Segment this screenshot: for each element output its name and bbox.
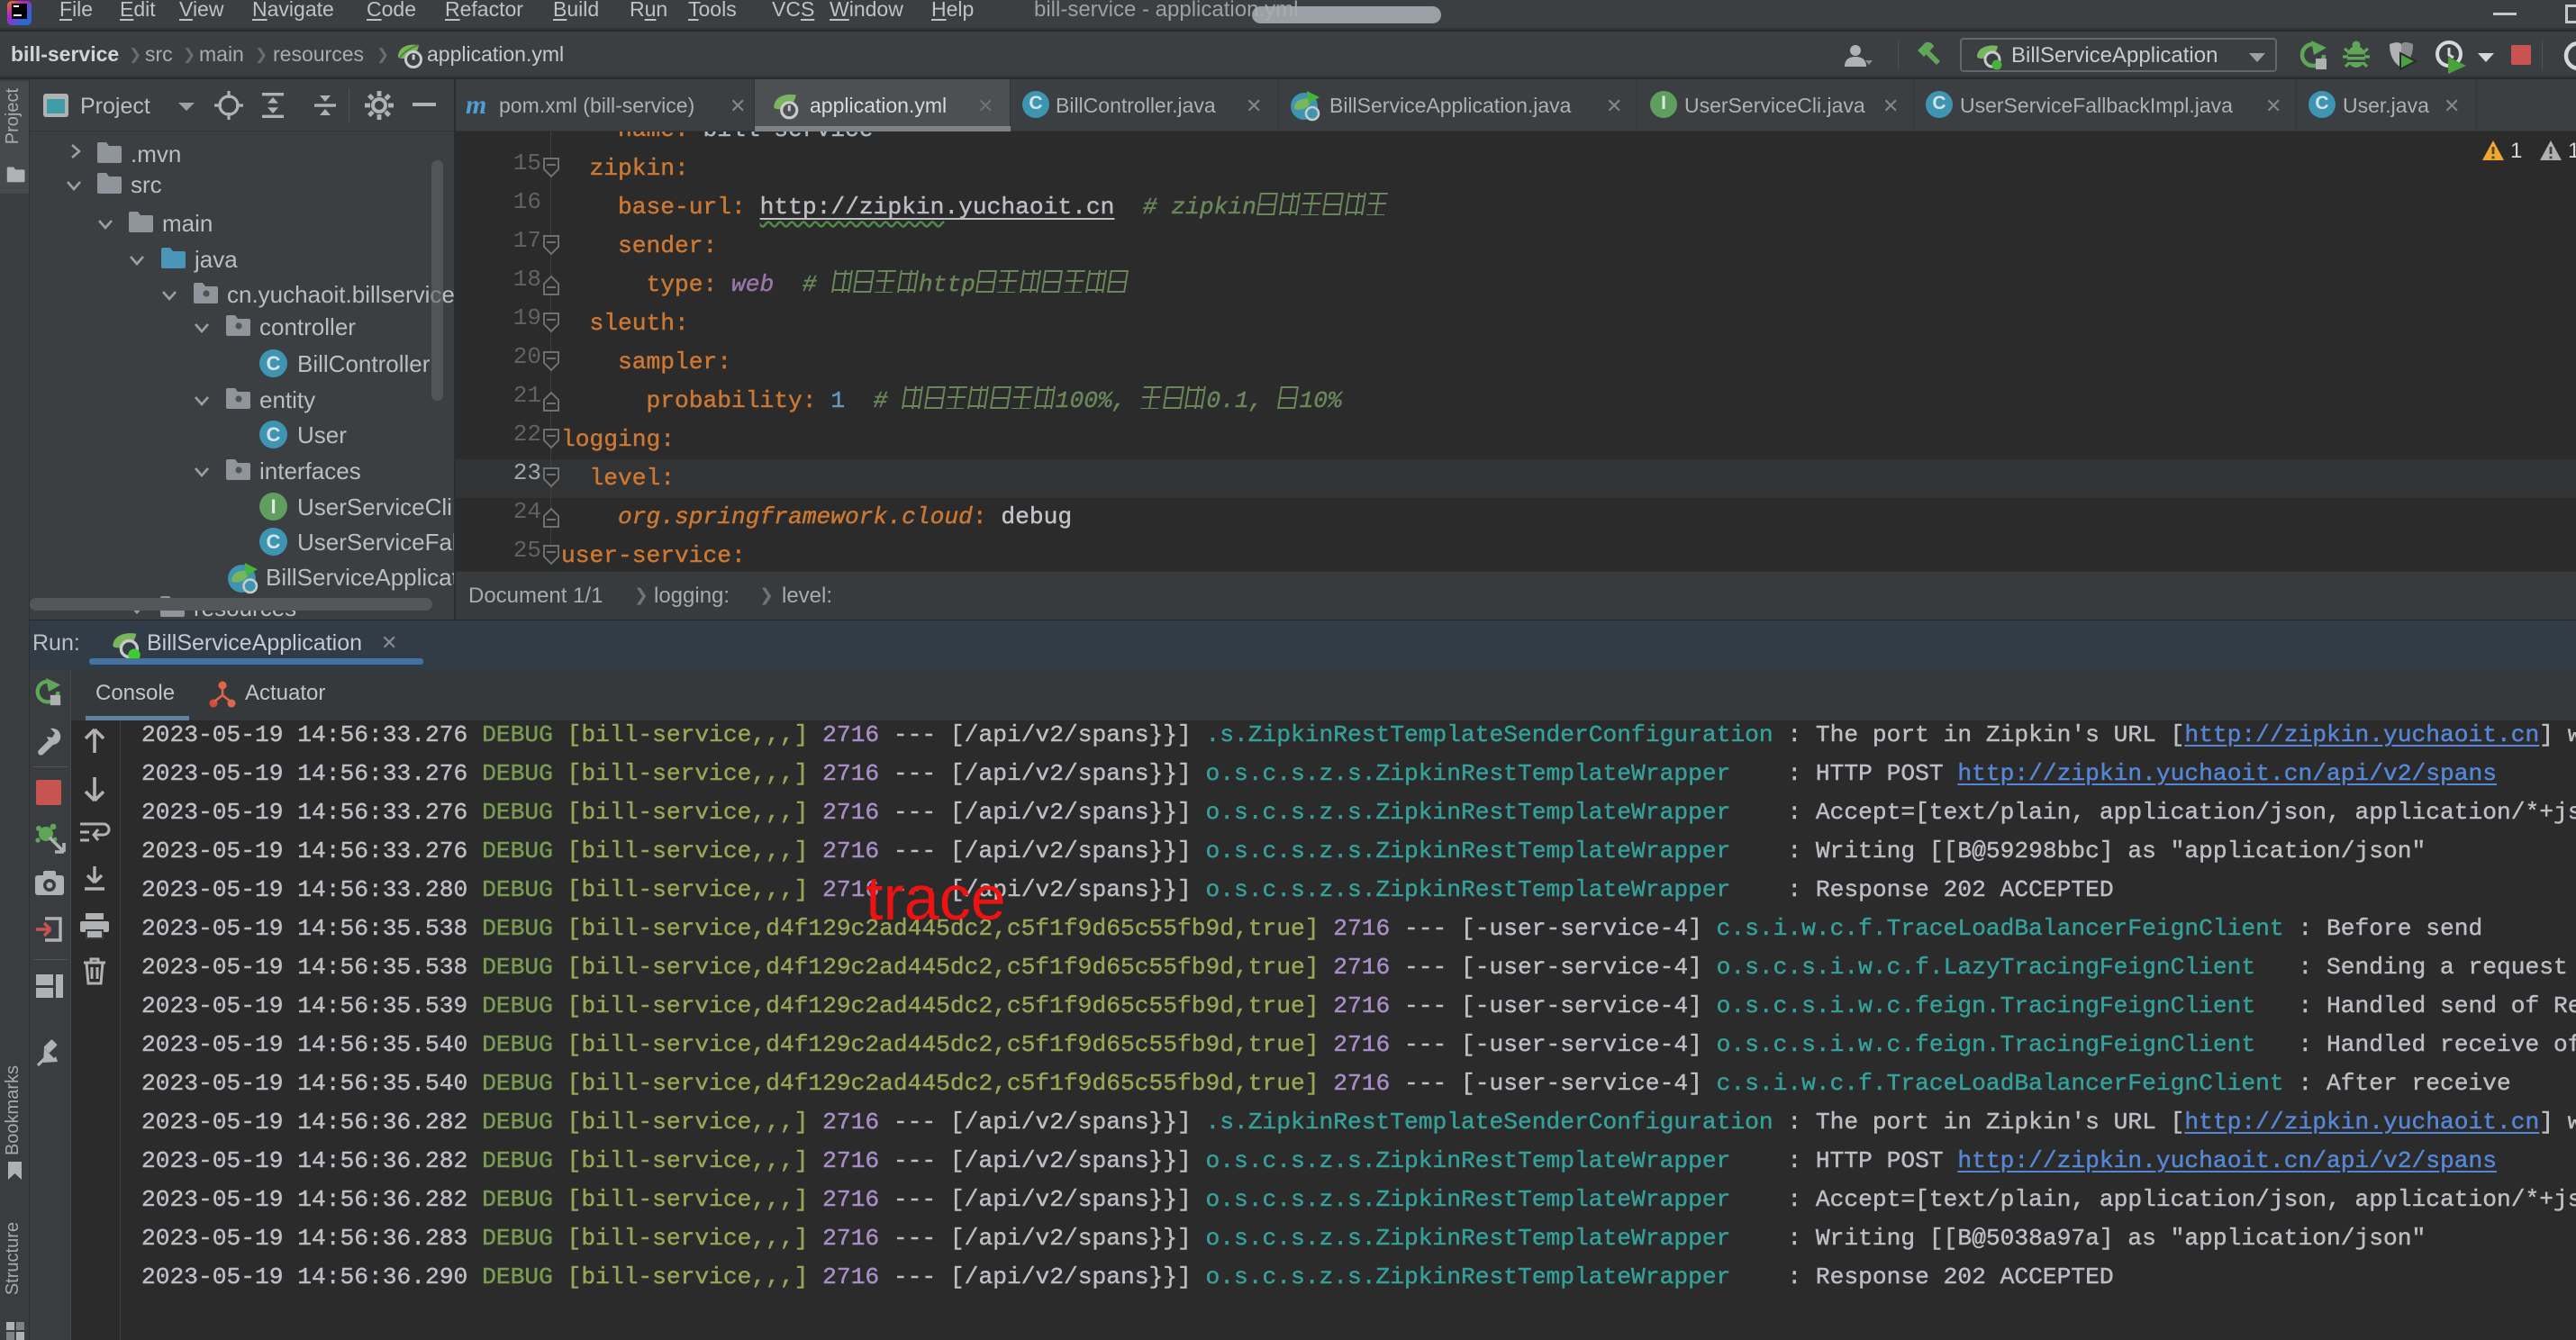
- svg-text:m: m: [466, 92, 486, 119]
